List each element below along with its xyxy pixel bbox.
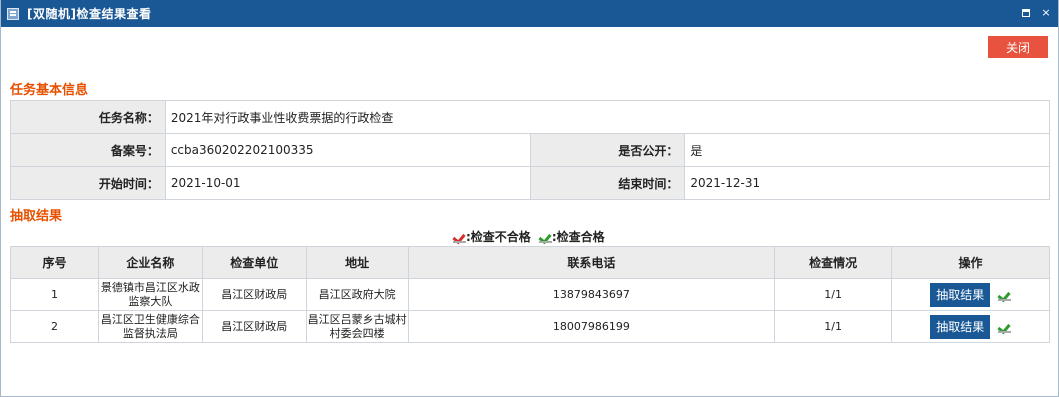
dialog-window: [双随机]检查结果查看 × 关闭 任务基本信息 任务名称： 2021年对行政事业…: [0, 0, 1059, 397]
public-value: 是: [684, 133, 1050, 167]
row-unit: 昌江区财政局: [201, 278, 307, 311]
fail-check-icon: [453, 232, 466, 243]
pass-check-icon: [538, 232, 552, 243]
col-header-no: 序号: [10, 246, 99, 279]
maximize-icon[interactable]: [1020, 7, 1032, 19]
extract-result-button[interactable]: 抽取结果: [930, 314, 991, 339]
col-header-status: 检查情况: [774, 246, 893, 279]
results-table: 序号 企业名称 检查单位 地址 联系电话 检查情况 操作 1 景德镇市昌江区水政…: [10, 246, 1050, 343]
record-no-label: 备案号：: [10, 133, 166, 167]
start-time-label: 开始时间：: [10, 166, 166, 200]
row-phone: 13879843697: [407, 278, 776, 311]
window-controls: ×: [1020, 7, 1052, 19]
row-actions: 抽取结果: [891, 278, 1050, 311]
col-header-address: 地址: [305, 246, 409, 279]
col-header-company: 企业名称: [97, 246, 203, 279]
close-icon[interactable]: ×: [1040, 7, 1052, 19]
row-address: 昌江区吕蒙乡古城村村委会四楼: [305, 310, 409, 343]
task-name-value: 2021年对行政事业性收费票据的行政检查: [164, 100, 1051, 134]
end-time-value: 2021-12-31: [684, 166, 1050, 200]
end-time-label: 结束时间：: [529, 166, 686, 200]
app-icon: [7, 7, 19, 20]
row-address: 昌江区政府大院: [305, 278, 409, 311]
pass-check-icon: [997, 290, 1011, 301]
pass-check-icon: [997, 322, 1011, 333]
public-label: 是否公开：: [529, 133, 686, 167]
start-time-value: 2021-10-01: [164, 166, 531, 200]
row-company: 昌江区卫生健康综合监督执法局: [97, 310, 203, 343]
legend-pass-label: :检查合格: [551, 230, 605, 244]
col-header-phone: 联系电话: [407, 246, 776, 279]
row-unit: 昌江区财政局: [201, 310, 307, 343]
title-bar: [双随机]检查结果查看 ×: [1, 0, 1058, 27]
close-button[interactable]: 关闭: [988, 36, 1048, 58]
row-status: 1/1: [774, 310, 893, 343]
legend-pass: :检查合格: [538, 228, 605, 245]
row-actions: 抽取结果: [891, 310, 1050, 343]
basic-info-title: 任务基本信息: [10, 83, 89, 98]
task-name-label: 任务名称：: [10, 100, 166, 134]
basic-info-table: 任务名称： 2021年对行政事业性收费票据的行政检查 备案号： ccba3602…: [10, 100, 1051, 200]
row-company: 景德镇市昌江区水政监察大队: [97, 278, 203, 311]
row-no: 2: [10, 310, 99, 343]
legend-fail-label: :检查不合格: [466, 230, 531, 244]
row-no: 1: [10, 278, 99, 311]
table-row: 2 昌江区卫生健康综合监督执法局 昌江区财政局 昌江区吕蒙乡古城村村委会四楼 1…: [10, 310, 1050, 343]
result-legend: :检查不合格 :检查合格: [453, 228, 613, 245]
col-header-actions: 操作: [891, 246, 1050, 279]
record-no-value: ccba360202202100335: [164, 133, 531, 167]
extract-result-button[interactable]: 抽取结果: [930, 282, 991, 307]
results-title: 抽取结果: [10, 209, 63, 224]
row-phone: 18007986199: [407, 310, 776, 343]
row-status: 1/1: [774, 278, 893, 311]
window-title: [双随机]检查结果查看: [27, 7, 152, 21]
table-row: 1 景德镇市昌江区水政监察大队 昌江区财政局 昌江区政府大院 138798436…: [10, 278, 1050, 311]
legend-fail: :检查不合格: [453, 228, 531, 245]
col-header-unit: 检查单位: [201, 246, 307, 279]
